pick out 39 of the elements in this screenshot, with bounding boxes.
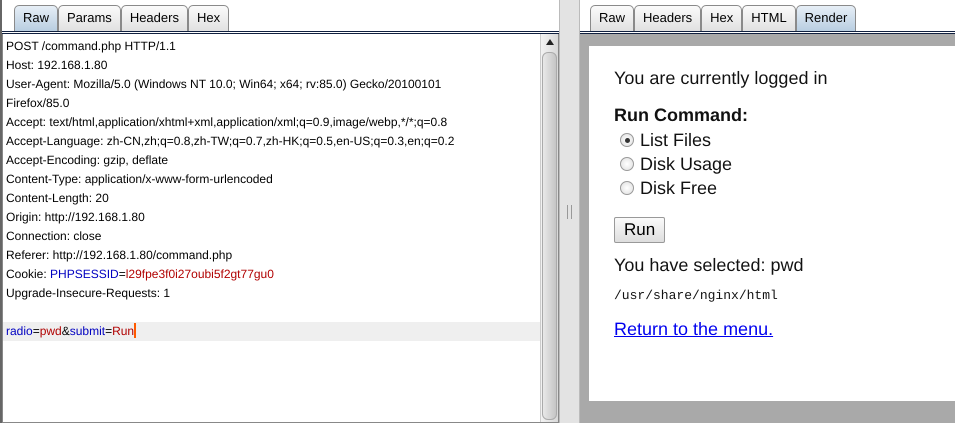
request-line: POST /command.php HTTP/1.1	[5, 38, 177, 55]
request-line: User-Agent: Mozilla/5.0 (Windows NT 10.0; Win64; x64; rv:85.0) Gecko/20100101	[5, 76, 442, 93]
tab[interactable]: Hex	[701, 5, 742, 31]
request-line: Host: 192.168.1.80	[5, 57, 108, 74]
request-line: Accept-Language: zh-CN,zh;q=0.8,zh-TW;q=0.7,zh-HK;q=0.5,en-US;q=0.3,en;q=0.2	[5, 133, 456, 150]
request-line: Upgrade-Insecure-Requests: 1	[5, 285, 172, 302]
request-line: Cookie: PHPSESSID=l29fpe3f0i27oubi5f2gt77gu0	[5, 266, 275, 283]
scroll-up-icon[interactable]	[546, 39, 554, 45]
request-line: Content-Type: application/x-www-form-urlencoded	[5, 171, 274, 188]
splitter[interactable]	[559, 0, 580, 423]
form-heading: Run Command:	[614, 105, 749, 126]
radio-option[interactable]: Disk Usage	[614, 152, 955, 176]
tab[interactable]: Params	[58, 5, 121, 31]
request-line: Connection: close	[5, 228, 102, 245]
request-editor[interactable]	[2, 34, 559, 423]
radio-button[interactable]	[620, 157, 634, 171]
request-line: Firefox/85.0	[5, 95, 70, 112]
request-line: Origin: http://192.168.1.80	[5, 209, 146, 226]
return-link[interactable]: Return to the menu.	[614, 319, 774, 340]
command-output: /usr/share/nginx/html	[614, 288, 779, 303]
radio-button[interactable]	[620, 133, 634, 147]
tab[interactable]: Raw	[14, 5, 58, 31]
radio-option[interactable]: Disk Free	[614, 176, 955, 200]
tab[interactable]: Headers	[634, 5, 702, 31]
tab[interactable]: Headers	[120, 5, 188, 31]
request-line: Content-Length: 20	[5, 190, 110, 207]
scrollbar[interactable]	[540, 34, 558, 422]
run-button[interactable]: Run	[614, 217, 666, 243]
request-line: Accept-Encoding: gzip, deflate	[5, 152, 170, 169]
tab[interactable]: Render	[796, 5, 856, 31]
selection-text: You have selected: pwd	[614, 255, 804, 276]
tab[interactable]: HTML	[742, 5, 796, 31]
status-text: You are currently logged in	[614, 68, 828, 89]
tab[interactable]: Hex	[188, 5, 230, 31]
radio-button[interactable]	[620, 181, 634, 195]
request-line: Accept: text/html,application/xhtml+xml,application/xml;q=0.9,image/webp,*/*;q=0.8	[5, 114, 448, 131]
tab[interactable]: Raw	[590, 5, 634, 31]
radio-option[interactable]: List Files	[614, 128, 955, 152]
request-line: Referer: http://192.168.1.80/command.php	[5, 247, 234, 264]
